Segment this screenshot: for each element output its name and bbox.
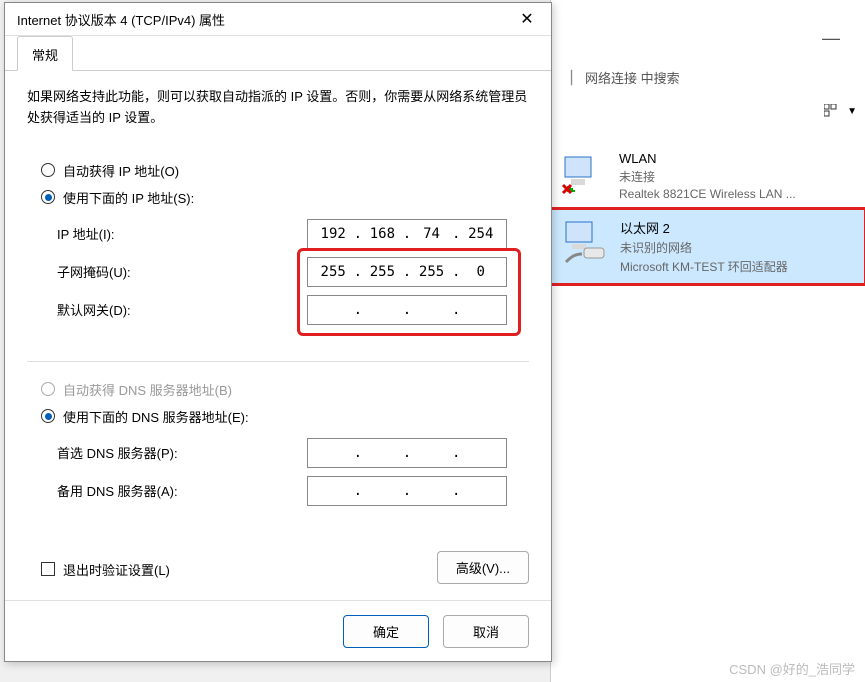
- search-placeholder[interactable]: 网络连接 中搜索: [585, 68, 680, 87]
- network-name: 以太网 2: [620, 218, 788, 237]
- network-connections-panel: — ▏ 网络连接 中搜索 ▼ WLAN 未连接 Realtek 8821CE W…: [550, 0, 865, 682]
- titlebar: Internet 协议版本 4 (TCP/IPv4) 属性 ✕: [5, 3, 551, 36]
- radio-auto-ip[interactable]: 自动获得 IP 地址(O): [27, 157, 529, 184]
- watermark: CSDN @好的_浩同学: [729, 659, 855, 678]
- network-name: WLAN: [619, 151, 796, 166]
- network-item-wlan[interactable]: WLAN 未连接 Realtek 8821CE Wireless LAN ...: [551, 143, 865, 209]
- dialog-title: Internet 协议版本 4 (TCP/IPv4) 属性: [17, 10, 225, 29]
- gateway-label: 默认网关(D):: [57, 300, 307, 319]
- network-status: 未识别的网络: [620, 239, 788, 256]
- alternate-dns-input[interactable]: . . .: [307, 476, 507, 506]
- view-list-icon[interactable]: [823, 103, 839, 119]
- gateway-input[interactable]: . . .: [307, 295, 507, 325]
- ip-address-input[interactable]: 192. 168. 74. 254: [307, 219, 507, 249]
- divider: [27, 361, 529, 362]
- radio-icon: [41, 409, 55, 423]
- ip-address-label: IP 地址(I):: [57, 224, 307, 243]
- network-item-ethernet2[interactable]: 以太网 2 未识别的网络 Microsoft KM-TEST 环回适配器: [551, 209, 865, 284]
- search-icon: ▏: [571, 70, 581, 86]
- radio-manual-ip[interactable]: 使用下面的 IP 地址(S):: [27, 184, 529, 211]
- radio-icon: [41, 190, 55, 204]
- cancel-button[interactable]: 取消: [443, 615, 529, 648]
- ethernet-icon: [562, 218, 610, 266]
- radio-label: 使用下面的 DNS 服务器地址(E):: [63, 407, 249, 426]
- search-row: ▏ 网络连接 中搜索: [551, 62, 865, 93]
- dialog-footer: 确定 取消: [5, 600, 551, 662]
- dns-option-group: 自动获得 DNS 服务器地址(B) 使用下面的 DNS 服务器地址(E): 首选…: [27, 376, 529, 514]
- radio-manual-dns[interactable]: 使用下面的 DNS 服务器地址(E):: [27, 403, 529, 430]
- preferred-dns-input[interactable]: . . .: [307, 438, 507, 468]
- alternate-dns-label: 备用 DNS 服务器(A):: [57, 481, 307, 500]
- radio-label: 使用下面的 IP 地址(S):: [63, 188, 194, 207]
- subnet-mask-input[interactable]: 255. 255. 255. 0: [307, 257, 507, 287]
- dropdown-icon[interactable]: ▼: [847, 106, 857, 117]
- radio-label: 自动获得 DNS 服务器地址(B): [63, 380, 232, 399]
- close-icon[interactable]: ✕: [511, 9, 543, 29]
- radio-label: 自动获得 IP 地址(O): [63, 161, 179, 180]
- ipv4-properties-dialog: Internet 协议版本 4 (TCP/IPv4) 属性 ✕ 常规 如果网络支…: [4, 2, 552, 662]
- tab-general[interactable]: 常规: [17, 36, 73, 71]
- radio-icon: [41, 163, 55, 177]
- advanced-button[interactable]: 高级(V)...: [437, 551, 529, 584]
- network-adapter: Microsoft KM-TEST 环回适配器: [620, 258, 788, 275]
- ok-button[interactable]: 确定: [343, 615, 429, 648]
- radio-icon: [41, 382, 55, 396]
- preferred-dns-label: 首选 DNS 服务器(P):: [57, 443, 307, 462]
- subnet-mask-label: 子网掩码(U):: [57, 262, 307, 281]
- tab-row: 常规: [5, 36, 551, 71]
- window-minimize-button[interactable]: —: [811, 28, 851, 49]
- description-text: 如果网络支持此功能，则可以获取自动指派的 IP 设置。否则，你需要从网络系统管理…: [27, 87, 529, 129]
- network-status: 未连接: [619, 168, 796, 185]
- explorer-toolbar: ▼: [551, 99, 865, 123]
- ip-option-group: 自动获得 IP 地址(O) 使用下面的 IP 地址(S): IP 地址(I): …: [27, 157, 529, 333]
- radio-auto-dns: 自动获得 DNS 服务器地址(B): [27, 376, 529, 403]
- network-adapter: Realtek 8821CE Wireless LAN ...: [619, 187, 796, 201]
- wlan-icon: [561, 151, 609, 199]
